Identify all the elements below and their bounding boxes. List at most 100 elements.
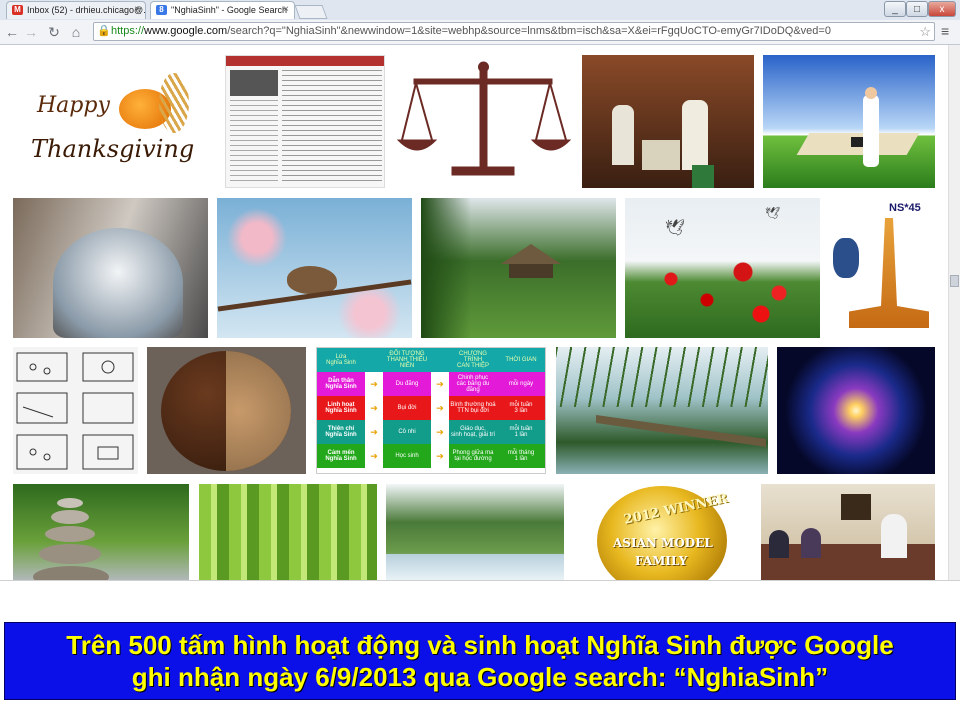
tab-label: Inbox (52) - drhieu.chicago@...	[27, 5, 146, 15]
image-result-stacked-stones[interactable]	[13, 484, 189, 580]
site-photo	[230, 70, 278, 96]
stone	[51, 510, 89, 524]
table-header-cell: CHƯƠNG TRÌNH CAN THIỆP	[449, 348, 497, 372]
tab-close-icon[interactable]: ×	[283, 4, 289, 15]
poppies	[635, 258, 815, 328]
image-result-village-hut[interactable]	[421, 198, 616, 338]
table-header-cell: THỜI GIAN	[497, 348, 545, 372]
briefcase-icon	[851, 137, 863, 147]
forward-arrow-icon[interactable]: →	[23, 24, 39, 40]
hut-roof	[501, 244, 561, 264]
bird-icon: 🕊	[665, 220, 686, 237]
arrow-icon: ➔	[436, 450, 444, 461]
caption-banner: Trên 500 tấm hình hoạt động và sinh hoạt…	[4, 622, 956, 700]
restore-button[interactable]: □	[906, 1, 928, 17]
arrow-icon: ➔	[436, 402, 444, 413]
table-cell: mỗi tháng 1 lần	[497, 444, 545, 468]
image-result-family-dinner[interactable]	[761, 484, 935, 580]
society-diagram	[16, 352, 134, 470]
bamboo-leaves	[556, 347, 768, 407]
table-cell: Học sinh	[383, 444, 431, 468]
tab-gmail-inbox[interactable]: M Inbox (52) - drhieu.chicago@... ×	[6, 1, 146, 19]
image-result-scales-of-justice[interactable]	[394, 55, 572, 188]
reload-icon[interactable]: ↻	[46, 24, 62, 40]
table-cell: Dẫn thân Nghĩa Sinh	[317, 372, 365, 396]
image-result-crystal-rock[interactable]	[13, 198, 208, 338]
arrow-icon: ➔	[436, 426, 444, 437]
rock	[53, 228, 183, 338]
blossoms	[217, 208, 297, 268]
bookmark-star-icon[interactable]: ☆	[919, 24, 931, 40]
image-result-poppies-birds[interactable]: 🕊 🕊	[625, 198, 820, 338]
address-bar[interactable]: 🔒 https://www.google.com/search?q="Nghia…	[93, 22, 935, 41]
image-result-bamboo[interactable]	[199, 484, 377, 580]
picture-frame	[841, 494, 871, 520]
stone	[45, 526, 95, 542]
image-result-bamboo-bridge[interactable]	[556, 347, 768, 474]
tab-strip: M Inbox (52) - drhieu.chicago@... × 8 "N…	[0, 0, 960, 21]
tab-close-icon[interactable]: ×	[134, 4, 140, 15]
tab-google-search[interactable]: 8 "NghiaSinh" - Google Search ×	[150, 1, 295, 19]
thanksgiving-text-2: Thanksgiving	[31, 135, 195, 163]
new-tab-button[interactable]	[294, 5, 328, 19]
person-figure	[801, 528, 821, 558]
site-sidebar	[230, 100, 278, 185]
table-cell: Giáo dục, sinh hoạt, giải trí	[449, 420, 497, 444]
tab-label: "NghiaSinh" - Google Search	[171, 5, 287, 15]
table-cell: mỗi tuần 1 lần	[497, 420, 545, 444]
image-result-asian-model-family-award[interactable]: 2012 WINNER ASIAN MODEL FAMILY	[573, 484, 751, 580]
arrow-icon: ➔	[436, 378, 444, 389]
green-stole	[692, 165, 714, 188]
priest-figure	[612, 105, 634, 165]
image-result-yin-yang-stone[interactable]	[147, 347, 306, 474]
image-result-priests-altar[interactable]	[582, 55, 754, 188]
thanksgiving-text-1: Happy	[37, 93, 110, 118]
table-cell: Thiên chí Nghĩa Sinh	[317, 420, 365, 444]
gmail-icon: M	[12, 5, 23, 15]
yin-yang-stone	[161, 351, 291, 471]
table-cell: Chinh phục các băng du đãng	[449, 372, 497, 396]
arrow-icon: ➔	[370, 402, 378, 413]
home-icon[interactable]: ⌂	[68, 24, 84, 40]
person-figure	[833, 238, 859, 278]
image-result-ns45-scales[interactable]: NS*45	[829, 198, 935, 338]
person-figure	[769, 530, 789, 558]
stone	[57, 498, 83, 508]
site-header	[226, 56, 384, 66]
image-result-program-table[interactable]: Lứa Nghĩa Sinh ĐỐI TƯỢNG THANH THIẾU NIÊ…	[316, 347, 546, 474]
url-text: https://www.google.com/search?q="NghiaSi…	[111, 25, 831, 37]
table-cell: Cô nhi	[383, 420, 431, 444]
image-result-sparrow-blossoms[interactable]	[217, 198, 412, 338]
person-figure	[881, 514, 907, 558]
arrow-icon: ➔	[370, 378, 378, 389]
table-cell: Cảm mến Nghĩa Sinh	[317, 444, 365, 468]
image-result-thanksgiving[interactable]: Happy Thanksgiving	[13, 55, 216, 188]
table-cell: Bình thường hoá TTN bụi đời	[449, 396, 497, 420]
minimize-button[interactable]: _	[884, 1, 906, 17]
table-cell: mỗi ngày	[497, 372, 545, 396]
image-result-businessman-crossroads[interactable]	[763, 55, 935, 188]
google-icon: 8	[156, 5, 167, 15]
image-result-website-screenshot[interactable]	[225, 55, 385, 188]
altar	[642, 140, 680, 170]
scales-icon	[396, 61, 572, 176]
scrollbar-thumb[interactable]	[950, 275, 959, 287]
stone	[39, 544, 101, 564]
image-result-galaxy[interactable]	[777, 347, 935, 474]
close-window-button[interactable]: x	[928, 1, 956, 17]
priest-figure	[682, 100, 708, 170]
page-scrollbar[interactable]	[948, 45, 960, 580]
award-family-text: FAMILY	[635, 554, 688, 568]
table-header-cell: Lứa Nghĩa Sinh	[317, 348, 365, 372]
program-table: Lứa Nghĩa Sinh ĐỐI TƯỢNG THANH THIẾU NIÊ…	[317, 348, 545, 468]
caption-line-1: Trên 500 tấm hình hoạt động và sinh hoạt…	[66, 630, 894, 660]
head	[865, 87, 877, 99]
image-result-river-landscape[interactable]	[386, 484, 564, 580]
back-arrow-icon[interactable]: ←	[4, 24, 20, 40]
table-cell: Bụi đời	[383, 396, 431, 420]
golden-scale	[849, 218, 929, 328]
image-result-society-diagram[interactable]	[13, 347, 138, 474]
stone	[33, 566, 109, 580]
chrome-menu-icon[interactable]: ≡	[941, 24, 955, 38]
blossoms	[327, 288, 412, 338]
